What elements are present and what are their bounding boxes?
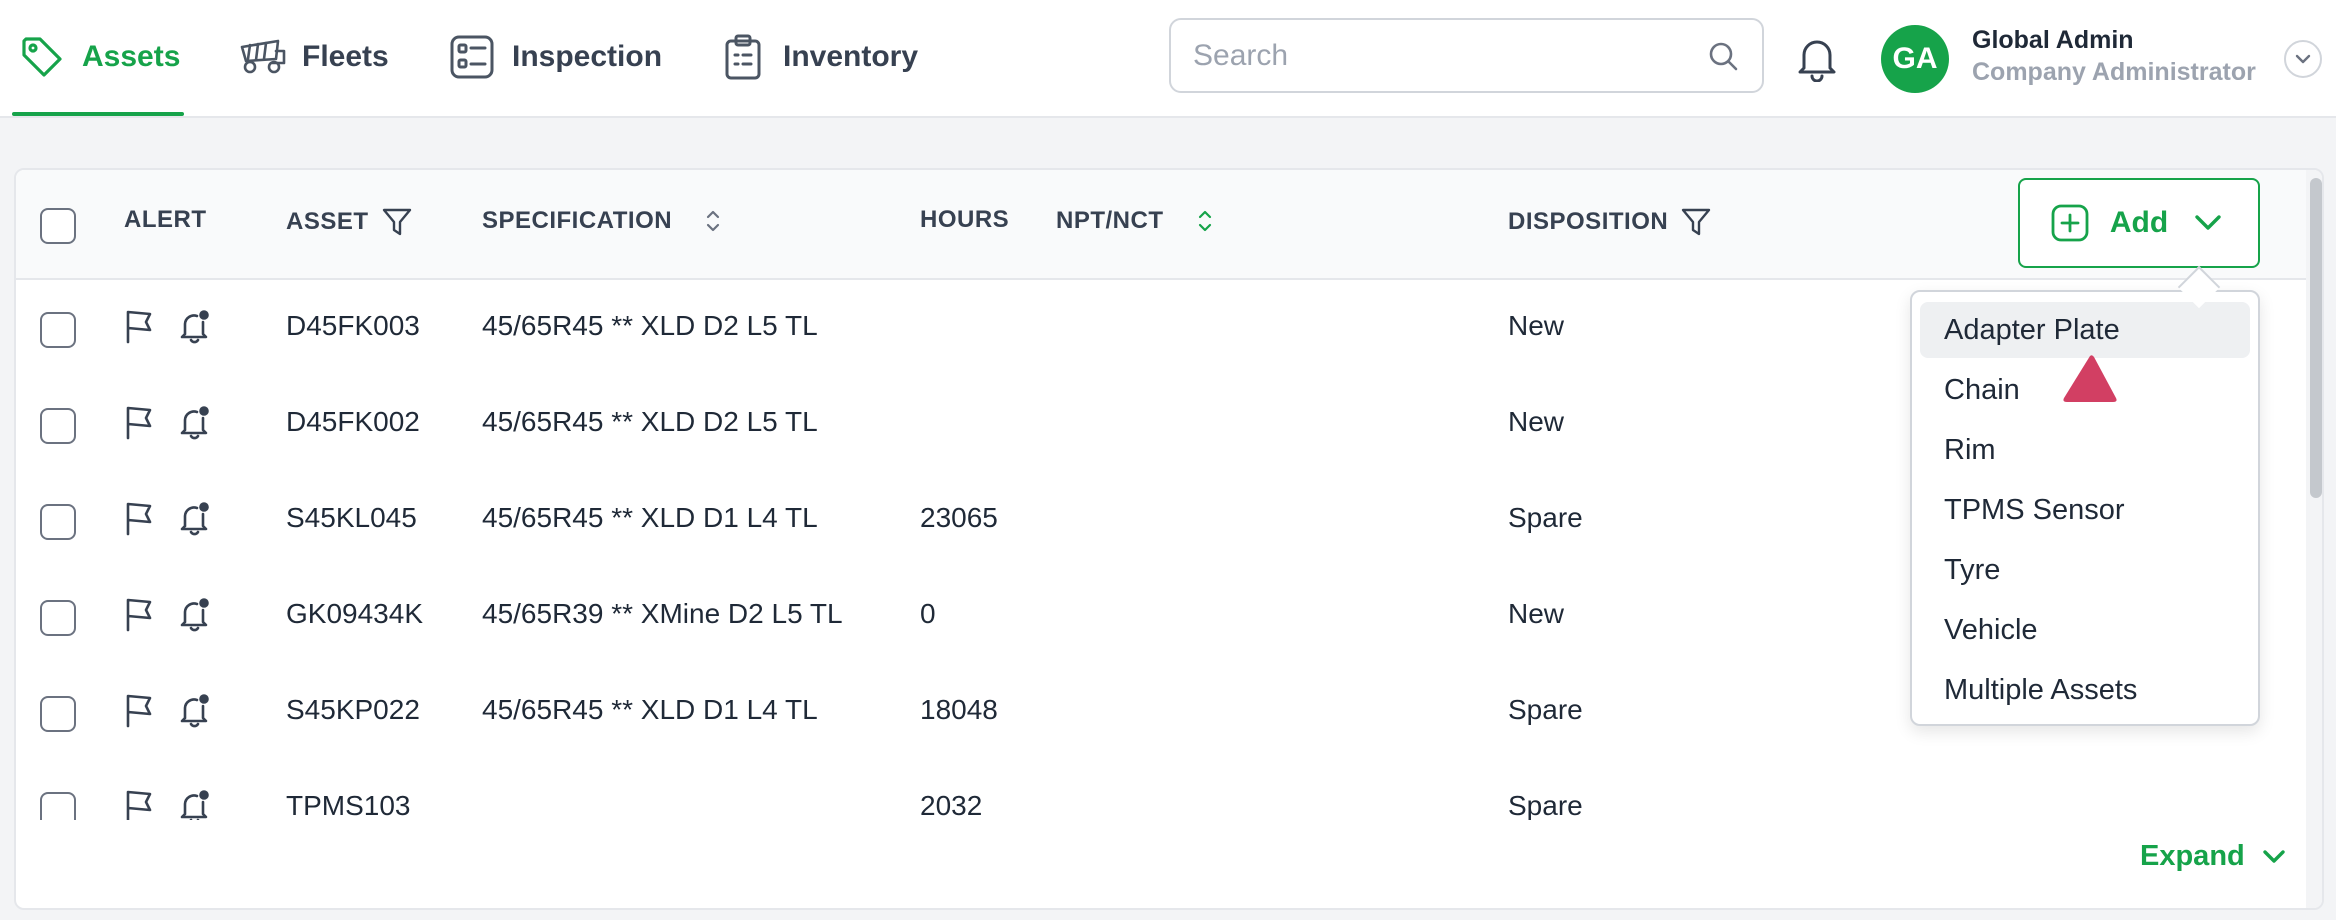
hours: 23065 [920, 502, 998, 533]
specification: 45/65R45 ** XLD D1 L4 TL [482, 694, 818, 725]
column-header-label: DISPOSITION [1508, 208, 1669, 235]
hours: 0 [920, 598, 936, 629]
row-checkbox[interactable] [40, 504, 76, 540]
column-header-disposition[interactable]: DISPOSITION [1508, 206, 1712, 238]
column-header-hours: HOURS [920, 206, 1009, 234]
column-header-label: SPECIFICATION [482, 207, 673, 234]
sort-icon[interactable] [698, 206, 728, 236]
expand-label: Expand [2140, 840, 2245, 872]
search-input[interactable] [1193, 38, 1706, 73]
row-checkbox[interactable] [40, 408, 76, 444]
row-checkbox[interactable] [40, 312, 76, 348]
flag-icon[interactable] [122, 788, 156, 820]
hours: 2032 [920, 790, 983, 820]
asset-id[interactable]: GK09434K [286, 598, 423, 630]
filter-icon[interactable] [1680, 206, 1712, 238]
pointer-cursor-icon [2063, 355, 2117, 402]
specification: 45/65R45 ** XLD D1 L4 TL [482, 502, 818, 533]
disposition: Spare [1508, 502, 1583, 533]
specification: 45/65R39 ** XMine D2 L5 TL [482, 598, 843, 629]
flag-icon[interactable] [122, 596, 156, 632]
bell-alert-icon[interactable] [178, 788, 212, 820]
column-header-label: ASSET [286, 208, 369, 235]
add-button[interactable]: Add [2018, 178, 2260, 268]
scrollbar-thumb[interactable] [2310, 178, 2322, 498]
column-header-asset[interactable]: ASSET [286, 206, 413, 238]
menu-item-tyre[interactable]: Tyre [1920, 542, 2250, 598]
avatar-initials: GA [1892, 42, 1938, 75]
tab-fleets[interactable]: Fleets [238, 26, 389, 88]
user-name: Global Admin [1972, 26, 2134, 54]
row-checkbox[interactable] [40, 696, 76, 732]
column-header-specification[interactable]: SPECIFICATION [482, 206, 728, 236]
asset-id[interactable]: S45KL045 [286, 502, 417, 534]
disposition: New [1508, 310, 1565, 341]
add-button-label: Add [2109, 206, 2169, 239]
bell-alert-icon[interactable] [178, 404, 212, 440]
table-row[interactable]: TPMS103 2032 Spare [16, 760, 2306, 820]
asset-id[interactable]: D45FK002 [286, 406, 420, 438]
bell-alert-icon[interactable] [178, 692, 212, 728]
tab-assets[interactable]: Assets [18, 26, 180, 88]
column-header-npt-nct[interactable]: NPT/NCT [1056, 206, 1220, 236]
notifications-bell-icon[interactable] [1796, 36, 1838, 82]
chevron-down-icon [2263, 849, 2285, 863]
disposition: Spare [1508, 694, 1583, 725]
checklist-icon [450, 35, 494, 79]
chevron-down-icon [2195, 215, 2221, 230]
search-icon[interactable] [1706, 39, 1740, 73]
tab-label: Assets [82, 40, 181, 73]
hours: 18048 [920, 694, 998, 725]
column-header-label: HOURS [920, 206, 1010, 233]
disposition: Spare [1508, 790, 1583, 820]
table-scrollbar[interactable] [2306, 170, 2322, 908]
row-checkbox[interactable] [40, 600, 76, 636]
table-header: ALERT ASSET SPECIFICATION HOURS NPT/NCT [16, 170, 2306, 280]
flag-icon[interactable] [122, 404, 156, 440]
specification: 45/65R45 ** XLD D2 L5 TL [482, 406, 818, 437]
disposition: New [1508, 406, 1565, 437]
asset-id[interactable]: TPMS103 [286, 790, 411, 820]
tab-inspection[interactable]: Inspection [448, 26, 662, 88]
top-navigation-bar: Assets Fleets Inspection Inventory Searc… [0, 0, 2336, 118]
column-header-alert: ALERT [124, 206, 207, 234]
asset-id[interactable]: S45KP022 [286, 694, 420, 726]
expand-button[interactable]: Expand [2140, 840, 2289, 873]
menu-item-adapter-plate[interactable]: Adapter Plate [1920, 302, 2250, 358]
flag-icon[interactable] [122, 500, 156, 536]
clipboard-icon [725, 34, 761, 80]
user-menu-toggle[interactable] [2284, 40, 2322, 78]
sort-icon[interactable] [1190, 206, 1220, 236]
tab-label: Inspection [512, 40, 663, 73]
asset-id[interactable]: D45FK003 [286, 310, 420, 342]
bell-alert-icon[interactable] [178, 500, 212, 536]
search-box[interactable] [1169, 18, 1764, 93]
menu-item-multiple-assets[interactable]: Multiple Assets [1920, 662, 2250, 718]
tag-icon [22, 37, 62, 77]
filter-icon[interactable] [381, 206, 413, 238]
dump-truck-icon [240, 39, 286, 74]
tab-label: Inventory [783, 40, 919, 73]
column-header-label: NPT/NCT [1056, 207, 1164, 234]
tab-label: Fleets [302, 40, 389, 73]
row-checkbox[interactable] [40, 792, 76, 820]
specification: 45/65R45 ** XLD D2 L5 TL [482, 310, 818, 341]
active-tab-indicator [12, 112, 184, 116]
user-role: Company Administrator [1972, 58, 2256, 86]
chevron-down-icon [2295, 54, 2311, 64]
plus-square-icon [2051, 204, 2089, 242]
bell-alert-icon[interactable] [178, 596, 212, 632]
disposition: New [1508, 598, 1565, 629]
flag-icon[interactable] [122, 692, 156, 728]
avatar[interactable]: GA [1881, 25, 1949, 93]
tab-inventory[interactable]: Inventory [719, 26, 918, 88]
select-all-checkbox[interactable] [40, 208, 76, 244]
menu-item-vehicle[interactable]: Vehicle [1920, 602, 2250, 658]
menu-item-tpms-sensor[interactable]: TPMS Sensor [1920, 482, 2250, 538]
flag-icon[interactable] [122, 308, 156, 344]
bell-alert-icon[interactable] [178, 308, 212, 344]
menu-item-rim[interactable]: Rim [1920, 422, 2250, 478]
column-header-label: ALERT [124, 206, 207, 233]
